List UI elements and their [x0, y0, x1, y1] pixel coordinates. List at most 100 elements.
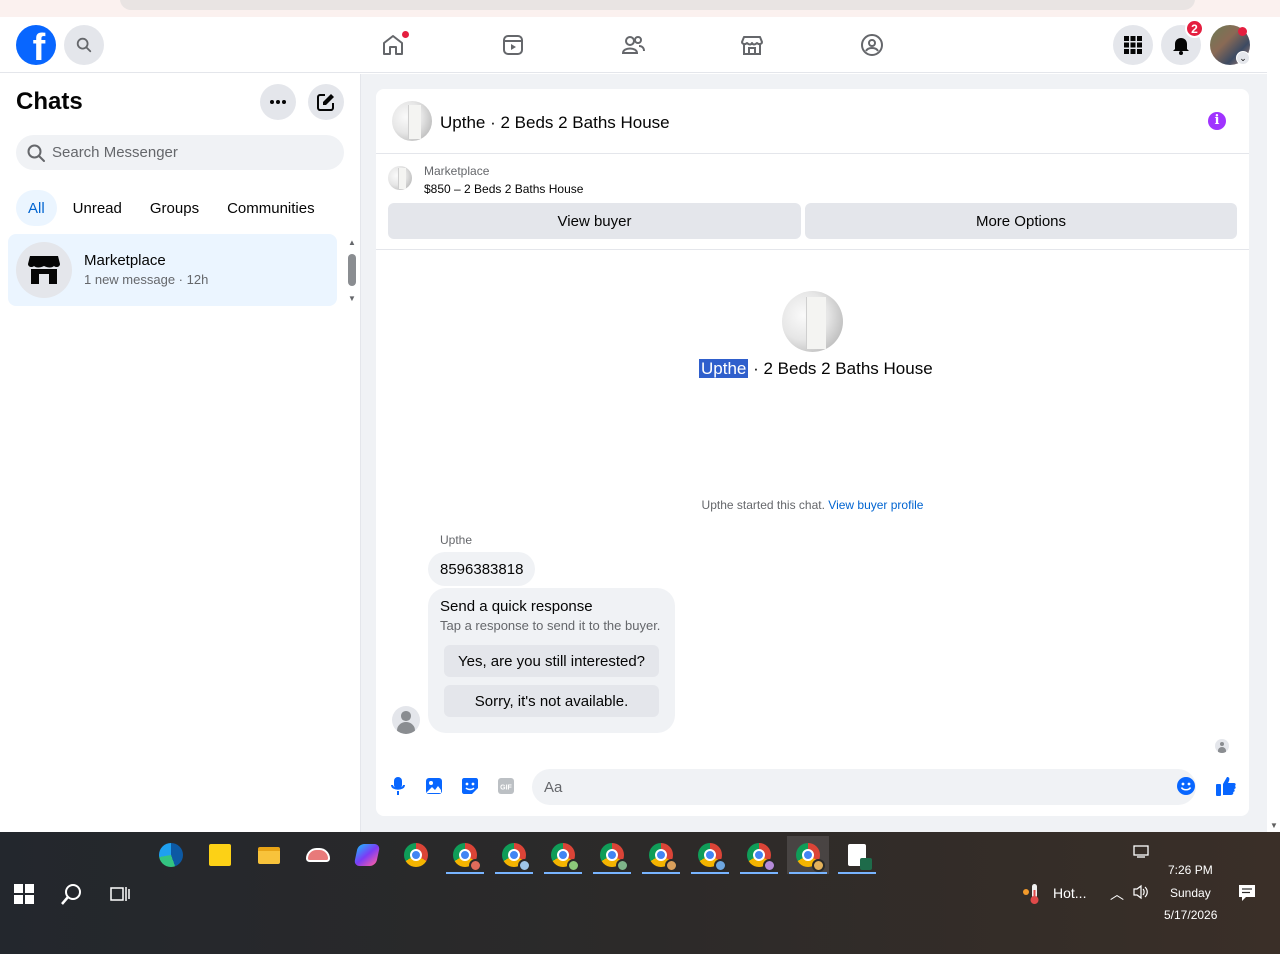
- taskbar-chrome[interactable]: [395, 836, 437, 874]
- taskbar-snipping-tool[interactable]: [297, 836, 339, 874]
- view-buyer-button[interactable]: View buyer: [388, 203, 801, 239]
- quick-reply-not-available[interactable]: Sorry, it's not available.: [444, 685, 659, 717]
- conversation-title[interactable]: Upthe · 2 Beds 2 Baths House: [440, 113, 670, 133]
- clock-time[interactable]: 7:26 PM: [1168, 863, 1213, 877]
- listing-avatar[interactable]: [392, 101, 432, 141]
- clock-day[interactable]: Sunday: [1170, 886, 1211, 900]
- chevron-down-icon[interactable]: ⌄: [1236, 51, 1250, 65]
- task-view-button[interactable]: [110, 884, 130, 909]
- scrollbar-thumb[interactable]: [348, 254, 356, 286]
- chrome-icon: [404, 843, 428, 867]
- banner-label: Marketplace: [424, 164, 490, 178]
- home-notification-dot: [402, 31, 409, 38]
- taskbar-document-app[interactable]: [836, 836, 878, 874]
- taskbar-chrome-profile-8[interactable]: [787, 836, 829, 874]
- center-title-rest: · 2 Beds 2 Baths House: [748, 359, 933, 378]
- sticker-button[interactable]: [458, 774, 482, 798]
- windows-logo-icon: [14, 884, 34, 904]
- taskbar-sticky-notes[interactable]: [199, 836, 241, 874]
- chat-item-meta: 1 new message · 12h: [84, 272, 209, 287]
- taskbar-file-explorer[interactable]: [248, 836, 290, 874]
- sticky-notes-icon: [209, 844, 231, 866]
- quick-reply-still-interested[interactable]: Yes, are you still interested?: [444, 645, 659, 677]
- marketplace-listing-banner: Marketplace $850 – 2 Beds 2 Baths House …: [376, 154, 1249, 250]
- marketplace-nav-button[interactable]: [735, 28, 769, 62]
- chrome-icon: [502, 843, 531, 872]
- more-options-button[interactable]: More Options: [805, 203, 1237, 239]
- windows-start-button[interactable]: [14, 884, 34, 909]
- show-hidden-icons-chevron-up-icon[interactable]: ︿: [1110, 884, 1124, 904]
- filter-tab-communities[interactable]: Communities: [215, 190, 327, 226]
- svg-text:GIF: GIF: [500, 785, 512, 792]
- chat-started-notice: Upthe started this chat. View buyer prof…: [376, 498, 1249, 512]
- action-center-icon[interactable]: [1238, 884, 1256, 907]
- message-input-wrapper[interactable]: [532, 769, 1196, 805]
- quick-response-subtitle: Tap a response to send it to the buyer.: [440, 618, 661, 633]
- attach-photo-button[interactable]: [422, 774, 446, 798]
- chat-item-name: Marketplace: [84, 252, 166, 269]
- chat-item-time: 12h: [186, 272, 209, 287]
- seen-avatar: [1215, 739, 1229, 753]
- filter-tab-unread[interactable]: Unread: [61, 190, 134, 226]
- taskbar-chrome-profile-1[interactable]: [444, 836, 486, 874]
- taskbar-search-button[interactable]: [60, 882, 84, 911]
- edge-icon: [159, 843, 183, 867]
- like-button[interactable]: [1214, 774, 1238, 798]
- new-message-button[interactable]: [308, 84, 344, 120]
- volume-icon[interactable]: [1132, 884, 1150, 905]
- search-messenger-input[interactable]: [52, 144, 322, 161]
- view-buyer-profile-link[interactable]: View buyer profile: [828, 498, 923, 512]
- window-scrollbar[interactable]: ▼: [1267, 17, 1280, 832]
- sticker-icon: [462, 778, 478, 794]
- clock-date[interactable]: 5/17/2026: [1164, 908, 1217, 922]
- address-bar[interactable]: [120, 0, 1195, 10]
- friends-nav-button[interactable]: [616, 28, 650, 62]
- chat-list-item-marketplace[interactable]: Marketplace 1 new message · 12h: [8, 234, 337, 306]
- taskbar-chrome-profile-6[interactable]: [689, 836, 731, 874]
- menu-button[interactable]: [1113, 25, 1153, 65]
- network-icon[interactable]: [1133, 844, 1151, 865]
- snipping-tool-icon: [306, 848, 330, 862]
- buyer-avatar[interactable]: [392, 706, 420, 734]
- taskbar-chrome-profile-4[interactable]: [591, 836, 633, 874]
- taskbar-chrome-profile-7[interactable]: [738, 836, 780, 874]
- taskbar-copilot[interactable]: [346, 836, 388, 874]
- taskbar-chrome-profile-2[interactable]: [493, 836, 535, 874]
- weather-text[interactable]: Hot...: [1053, 885, 1086, 901]
- video-nav-button[interactable]: [496, 28, 530, 62]
- taskbar-chrome-profile-5[interactable]: [640, 836, 682, 874]
- facebook-logo[interactable]: f: [16, 25, 56, 65]
- chats-options-button[interactable]: [260, 84, 296, 120]
- chrome-icon: [747, 843, 776, 872]
- filter-tab-groups[interactable]: Groups: [138, 190, 211, 226]
- listing-profile-picture[interactable]: [782, 291, 843, 352]
- emoji-button[interactable]: [1174, 774, 1198, 798]
- video-icon: [503, 35, 523, 55]
- gif-button[interactable]: GIF: [494, 774, 518, 798]
- scroll-down-arrow-icon[interactable]: ▼: [1270, 821, 1278, 830]
- messenger-search[interactable]: [16, 135, 344, 170]
- conversation-center-title: Upthe · 2 Beds 2 Baths House: [699, 359, 933, 379]
- copilot-icon: [353, 844, 381, 866]
- folder-icon: [258, 846, 280, 864]
- marketplace-avatar: [16, 242, 72, 298]
- search-button[interactable]: [64, 25, 104, 65]
- scroll-up-arrow-icon[interactable]: ▲: [348, 238, 356, 247]
- taskbar-chrome-profile-3[interactable]: [542, 836, 584, 874]
- home-nav-button[interactable]: [376, 28, 410, 62]
- chrome-icon: [796, 843, 825, 872]
- voice-clip-button[interactable]: [386, 774, 410, 798]
- task-view-icon: [110, 887, 130, 901]
- quick-response-card: Send a quick response Tap a response to …: [428, 588, 675, 733]
- groups-nav-button[interactable]: [855, 28, 889, 62]
- message-input[interactable]: [544, 769, 1144, 805]
- taskbar-edge[interactable]: [150, 836, 192, 874]
- filter-tab-all[interactable]: All: [16, 190, 57, 226]
- info-icon[interactable]: i: [1208, 112, 1226, 130]
- scroll-down-arrow-icon[interactable]: ▼: [348, 294, 356, 303]
- weather-icon[interactable]: [1022, 882, 1044, 911]
- chat-list-scrollbar[interactable]: ▲ ▼: [346, 238, 358, 308]
- chrome-icon: [551, 843, 580, 872]
- message-bubble[interactable]: 8596383818: [428, 552, 536, 586]
- listing-price-title[interactable]: $850 – 2 Beds 2 Baths House: [424, 182, 583, 196]
